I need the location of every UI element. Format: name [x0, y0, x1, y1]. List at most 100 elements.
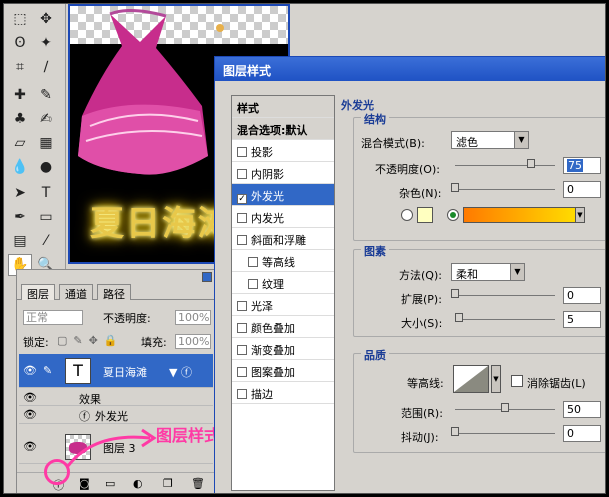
spread-slider[interactable] [455, 295, 555, 296]
healing-brush-icon[interactable]: ✚ [8, 84, 32, 106]
effect-item[interactable]: 描边 [232, 382, 334, 404]
contour-dropdown-icon[interactable]: ▼ [491, 365, 501, 393]
eye-icon[interactable]: 👁 [23, 364, 37, 377]
effect-item[interactable]: 内发光 [232, 206, 334, 228]
fill-field[interactable]: 100% [175, 334, 211, 349]
pen-tool-icon[interactable]: ✒ [8, 206, 32, 228]
checkbox-icon[interactable] [237, 235, 247, 245]
spread-slider-knob[interactable] [451, 289, 459, 298]
new-set-icon[interactable]: ▭ [105, 477, 115, 490]
checkbox-icon[interactable] [237, 147, 247, 157]
range-slider-knob[interactable] [501, 403, 509, 412]
magic-wand-icon[interactable]: ✦ [34, 32, 58, 54]
effect-item[interactable]: 图案叠加 [232, 360, 334, 382]
solid-color-radio[interactable] [401, 209, 413, 221]
checkbox-checked-icon[interactable]: ✓ [237, 194, 247, 204]
new-layer-icon[interactable]: ❐ [163, 477, 173, 490]
gradient-tool-icon[interactable]: ▦ [34, 132, 58, 154]
size-slider[interactable] [455, 319, 555, 320]
checkbox-icon[interactable] [237, 345, 247, 355]
size-input[interactable]: 5 [563, 311, 601, 328]
glow-gradient-picker[interactable] [463, 207, 581, 223]
brush-link-icon[interactable]: ✎ [43, 364, 52, 377]
noise-input[interactable]: 0 [563, 181, 601, 198]
tab-layers[interactable]: 图层 [21, 284, 55, 301]
gradient-dropdown-icon[interactable]: ▼ [575, 207, 585, 223]
antialias-checkbox[interactable] [511, 375, 523, 387]
checkbox-icon[interactable] [248, 257, 258, 267]
eyedropper-icon[interactable]: ⁄ [34, 230, 58, 252]
noise-slider[interactable] [455, 189, 555, 190]
move-tool-icon[interactable]: ✥ [34, 8, 58, 30]
jitter-slider-knob[interactable] [451, 427, 459, 436]
effect-label: 渐变叠加 [251, 344, 295, 357]
effect-item[interactable]: 斜面和浮雕 [232, 228, 334, 250]
dodge-tool-icon[interactable]: ● [34, 156, 58, 178]
glow-color-swatch[interactable] [417, 207, 433, 223]
checkbox-icon[interactable] [237, 169, 247, 179]
size-slider-knob[interactable] [455, 313, 463, 322]
opacity-slider[interactable] [455, 165, 555, 166]
effect-item[interactable]: 等高线 [232, 250, 334, 272]
effect-item[interactable]: 颜色叠加 [232, 316, 334, 338]
jitter-slider[interactable] [455, 433, 555, 434]
history-brush-icon[interactable]: ✍ [34, 108, 58, 130]
blend-mode-label: 混合模式(B): [361, 137, 425, 150]
shape-tool-icon[interactable]: ▭ [34, 206, 58, 228]
layer-opacity-field[interactable]: 100% [175, 310, 211, 325]
blend-options-item[interactable]: 混合选项:默认 [232, 118, 334, 140]
tab-channels[interactable]: 通道 [59, 284, 93, 301]
checkbox-icon[interactable] [248, 279, 258, 289]
effect-item[interactable]: ✓ 外发光 [232, 184, 334, 206]
eye-icon[interactable]: 👁 [23, 391, 37, 404]
styles-header[interactable]: 样式 [232, 96, 334, 118]
effect-item[interactable]: 内阴影 [232, 162, 334, 184]
method-select[interactable]: 柔和 ▼ [451, 263, 525, 281]
path-select-icon[interactable]: ➤ [8, 182, 32, 204]
layers-tabs: 图层 通道 路径 [17, 284, 215, 301]
layer-blend-mode-select[interactable]: 正常 [23, 310, 83, 325]
eye-icon[interactable]: 👁 [23, 408, 37, 421]
type-tool-icon[interactable]: T [34, 182, 58, 204]
contour-picker[interactable] [453, 365, 489, 393]
spread-input[interactable]: 0 [563, 287, 601, 304]
effect-item[interactable]: 纹理 [232, 272, 334, 294]
blend-mode-select[interactable]: 滤色 ▼ [451, 131, 529, 149]
effect-item[interactable]: 渐变叠加 [232, 338, 334, 360]
adjustment-layer-icon[interactable]: ◐ [133, 477, 143, 490]
layer-effects-row[interactable]: 👁 效果 [19, 390, 213, 406]
crop-tool-icon[interactable]: ⌗ [8, 56, 32, 78]
blur-tool-icon[interactable]: 💧 [8, 156, 32, 178]
tab-paths[interactable]: 路径 [97, 284, 131, 301]
effect-item[interactable]: 投影 [232, 140, 334, 162]
opacity-slider-knob[interactable] [527, 159, 535, 168]
lock-icons[interactable]: ▢✎✥🔒 [57, 334, 124, 347]
range-input[interactable]: 50 [563, 401, 601, 418]
lasso-tool-icon[interactable]: ʘ [8, 32, 32, 54]
eye-icon[interactable]: 👁 [23, 440, 37, 453]
jitter-input[interactable]: 0 [563, 425, 601, 442]
clone-stamp-icon[interactable]: ♣ [8, 108, 32, 130]
dialog-title: 图层样式 [215, 57, 605, 81]
annotation-arrow-icon [66, 428, 157, 467]
range-label: 范围(R): [401, 407, 443, 420]
noise-slider-knob[interactable] [451, 183, 459, 192]
slice-tool-icon[interactable]: ∕ [34, 56, 58, 78]
panel-minimize-icon[interactable] [202, 272, 212, 282]
checkbox-icon[interactable] [237, 367, 247, 377]
notes-tool-icon[interactable]: ▤ [8, 230, 32, 252]
marquee-tool-icon[interactable]: ⬚ [8, 8, 32, 30]
opacity-input[interactable]: 75 [563, 157, 601, 174]
effect-item[interactable]: 光泽 [232, 294, 334, 316]
add-mask-icon[interactable]: ◙ [79, 477, 90, 490]
layer-row-text[interactable]: 👁 ✎ T 夏日海滩 ▼ ⓕ [19, 354, 213, 388]
eraser-tool-icon[interactable]: ▱ [8, 132, 32, 154]
checkbox-icon[interactable] [237, 213, 247, 223]
brush-tool-icon[interactable]: ✎ [34, 84, 58, 106]
checkbox-icon[interactable] [237, 389, 247, 399]
jitter-label: 抖动(J): [401, 431, 439, 444]
checkbox-icon[interactable] [237, 301, 247, 311]
checkbox-icon[interactable] [237, 323, 247, 333]
gradient-radio[interactable] [447, 209, 459, 221]
trash-icon[interactable]: 🗑 [191, 477, 205, 490]
